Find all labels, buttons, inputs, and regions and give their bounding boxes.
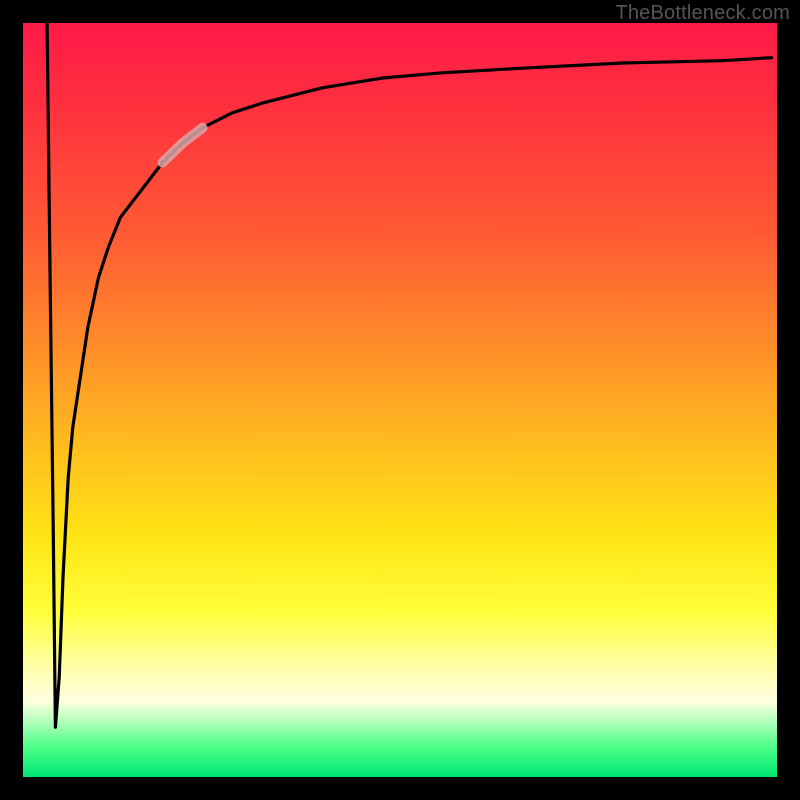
- highlight-segment-path: [163, 128, 203, 163]
- chart-frame: TheBottleneck.com: [0, 0, 800, 800]
- bottleneck-curve-path: [47, 23, 772, 727]
- watermark-text: TheBottleneck.com: [615, 2, 790, 25]
- curve-svg: [23, 23, 777, 777]
- plot-area: [23, 23, 777, 777]
